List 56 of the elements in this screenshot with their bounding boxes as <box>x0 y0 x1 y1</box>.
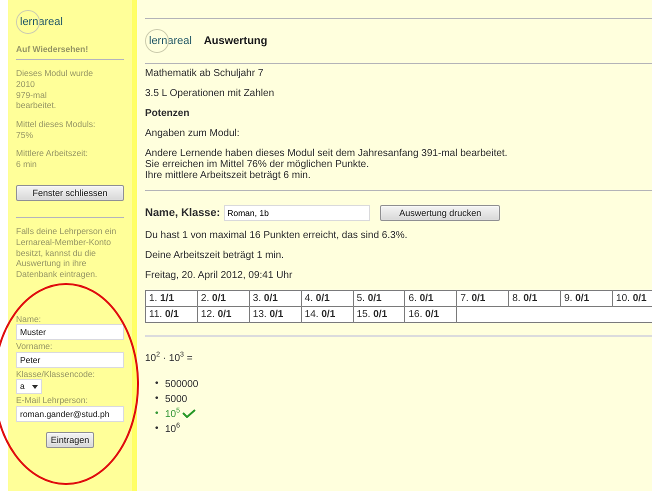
lernareal-logo: lernareal <box>145 29 196 53</box>
print-button[interactable]: Auswertung drucken <box>380 205 500 221</box>
module-info-text: Andere Lernende haben dieses Modul seit dem Jahresanfang 391-mal bearbeitet. Sie erreichen im Mittel 76% der möglichen Punkte. Ihre mittlere Arbeitszeit beträgt 6 min. <box>145 148 508 181</box>
subject-text: Mathematik ab Schuljahr 7 <box>145 68 264 79</box>
name-field[interactable]: Roman, 1b <box>224 205 370 221</box>
score-cell: 6. 0/1 <box>404 290 457 306</box>
answer-option: 10$^{6}$ <box>165 421 180 436</box>
score-cell: 14. 0/1 <box>301 306 354 322</box>
topic-heading: Potenzen <box>145 108 190 119</box>
check-icon <box>182 409 196 418</box>
info-text: Falls deine Lehrperson ein Lernareal-Member-Konto besitzt, kannst du die Auswertung in ihre Datenbank eintragen. <box>16 226 118 280</box>
bullet: • <box>155 407 160 420</box>
score-cell: 8. 0/1 <box>508 290 561 306</box>
date-text: Freitag, 20. April 2012, 09:41 Uhr <box>145 270 294 281</box>
sidebar-heading: Auf Wiedersehen! <box>16 44 90 54</box>
result-text: Du hast 1 von maximal 16 Punkten erreicht, das sind 6.3%. <box>145 230 408 241</box>
score-cell: 1. 1/1 <box>146 290 198 306</box>
field-label: E-Mail Lehrperson: <box>16 395 89 406</box>
stat-text: Dieses Modul wurde 2010 979-mal bearbeitet. <box>16 68 94 111</box>
page-title: Auswertung <box>204 35 268 47</box>
caret-icon <box>32 384 38 389</box>
lernareal-logo: lernareal <box>16 10 124 36</box>
bullet: • <box>155 392 160 405</box>
score-cell: 4. 0/1 <box>301 290 354 306</box>
bullet: • <box>155 377 160 390</box>
score-cell: 10. 0/1 <box>612 290 652 306</box>
work-time-text: Deine Arbeitszeit beträgt 1 min. <box>145 250 285 261</box>
answer-option: 500000 <box>165 376 198 391</box>
score-cell: 12. 0/1 <box>197 306 250 322</box>
field-label: Vorname: <box>16 341 54 352</box>
class-dropdown[interactable]: a <box>16 379 42 394</box>
score-cell: 5. 0/1 <box>353 290 405 306</box>
score-cell: 3. 0/1 <box>249 290 302 306</box>
answer-option: 5000 <box>165 391 188 406</box>
chapter-text: 3.5 L Operationen mit Zahlen <box>145 88 276 99</box>
field-label: Name: <box>16 314 42 324</box>
field-label: Klasse/Klassencode: <box>16 368 96 380</box>
score-cell: 7. 0/1 <box>456 290 509 306</box>
question-text: 10$^{2}$ · 10$^{3}$ = <box>145 351 194 366</box>
close-window-button[interactable]: Fenster schliessen <box>16 185 124 202</box>
score-cell: 13. 0/1 <box>249 306 302 322</box>
score-cell: 15. 0/1 <box>353 306 405 322</box>
stat-text: Mittlere Arbeitszeit: 6 min <box>16 148 89 170</box>
submit-button[interactable]: Eintragen <box>46 432 94 448</box>
score-cell: 11. 0/1 <box>146 306 198 322</box>
name-label: Name, Klasse: <box>145 207 220 219</box>
input-field[interactable]: roman.gander@stud.ph <box>16 406 124 422</box>
answer-option: 10$^{5}$ <box>165 406 180 421</box>
score-cell: 9. 0/1 <box>560 290 613 306</box>
bullet: • <box>155 422 160 435</box>
module-info-label: Angaben zum Modul: <box>145 128 241 139</box>
score-cell: 16. 0/1 <box>404 306 457 322</box>
score-cell: 2. 0/1 <box>197 290 250 306</box>
stat-text: Mittel dieses Moduls: 75% <box>16 118 96 140</box>
input-field[interactable]: Peter <box>16 352 124 368</box>
input-field[interactable]: Muster <box>16 324 124 340</box>
